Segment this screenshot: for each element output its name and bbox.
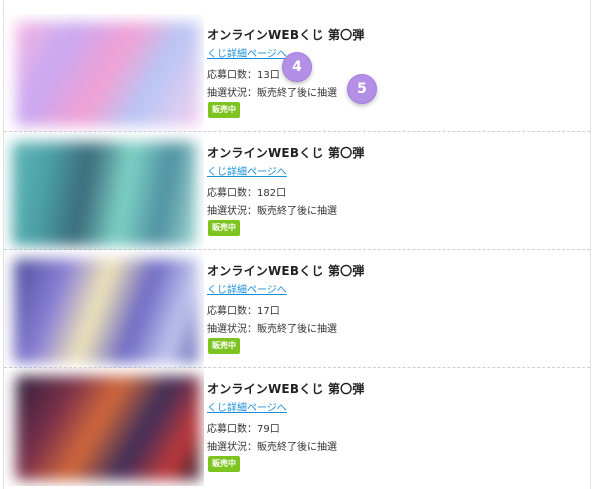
lottery-detail-link[interactable]: くじ詳細ページへ [207,163,287,178]
entries-row: 応募口数：17口 [207,302,280,317]
status-label: 抽選状況： [207,442,257,453]
status-row: 抽選状況：販売終了後に抽選 [207,202,337,217]
status-value: 販売終了後に抽選 [257,442,337,453]
on-sale-badge: 販売中 [208,220,240,236]
status-value: 販売終了後に抽選 [257,324,337,335]
lottery-thumbnail[interactable] [4,14,204,132]
lottery-detail-link[interactable]: くじ詳細ページへ [207,45,287,60]
entries-label: 応募口数： [207,70,257,81]
status-label: 抽選状況： [207,324,257,335]
status-value: 販売終了後に抽選 [257,88,337,99]
step-marker-4: 4 [282,52,312,82]
entries-label: 応募口数： [207,306,257,317]
lottery-item: オンラインWEBくじ 第〇弾 くじ詳細ページへ 応募口数：17口 抽選状況：販売… [4,250,590,368]
status-row: 抽選状況：販売終了後に抽選 [207,438,337,453]
entries-label: 応募口数： [207,424,257,435]
lottery-detail-link[interactable]: くじ詳細ページへ [207,399,287,414]
entries-value: 17口 [257,306,280,317]
status-row: 抽選状況：販売終了後に抽選 [207,320,337,335]
status-label: 抽選状況： [207,88,257,99]
lottery-title: オンラインWEBくじ 第〇弾 [207,28,365,42]
entries-row: 応募口数：182口 [207,184,286,199]
status-row: 抽選状況：販売終了後に抽選 [207,84,337,99]
entries-label: 応募口数： [207,188,257,199]
entries-row: 応募口数：13口 [207,66,280,81]
lottery-detail-link[interactable]: くじ詳細ページへ [207,281,287,296]
lottery-title: オンラインWEBくじ 第〇弾 [207,382,365,396]
on-sale-badge: 販売中 [208,102,240,118]
lottery-title: オンラインWEBくじ 第〇弾 [207,264,365,278]
lottery-title: オンラインWEBくじ 第〇弾 [207,146,365,160]
lottery-item: オンラインWEBくじ 第〇弾 くじ詳細ページへ 応募口数：182口 抽選状況：販… [4,132,590,250]
entries-value: 182口 [257,188,287,199]
step-marker-5: 5 [347,74,377,104]
status-label: 抽選状況： [207,206,257,217]
entries-value: 79口 [257,424,280,435]
on-sale-badge: 販売中 [208,338,240,354]
status-value: 販売終了後に抽選 [257,206,337,217]
on-sale-badge: 販売中 [208,456,240,472]
lottery-thumbnail[interactable] [4,368,204,486]
lottery-item: オンラインWEBくじ 第〇弾 くじ詳細ページへ 応募口数：79口 抽選状況：販売… [4,368,590,486]
lottery-thumbnail[interactable] [4,250,204,368]
entries-row: 応募口数：79口 [207,420,280,435]
entries-value: 13口 [257,70,280,81]
lottery-thumbnail[interactable] [4,132,204,250]
